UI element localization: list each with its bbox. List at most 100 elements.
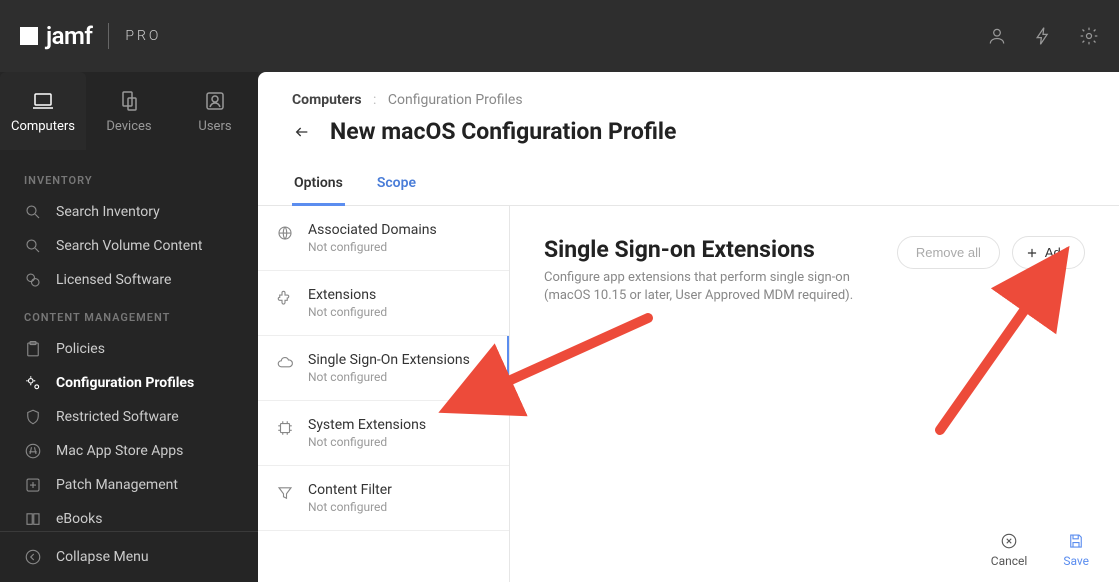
nav-tab-label: Devices — [106, 119, 151, 134]
page-title: New macOS Configuration Profile — [330, 118, 676, 145]
payload-sso-extensions[interactable]: Single Sign-On Extensions Not configured — [258, 336, 509, 401]
search-icon — [24, 237, 42, 255]
nav-patch-mgmt[interactable]: Patch Management — [0, 468, 258, 502]
devices-icon — [117, 89, 141, 113]
payload-label: Extensions — [308, 287, 387, 303]
payload-sub: Not configured — [308, 305, 387, 319]
payload-list[interactable]: Associated Domains Not configured Extensi… — [258, 206, 510, 582]
nav-item-label: Search Volume Content — [56, 238, 203, 254]
nav-tab-devices[interactable]: Devices — [86, 72, 172, 150]
laptop-icon — [31, 89, 55, 113]
nav-item-label: Restricted Software — [56, 409, 179, 425]
cancel-icon — [1000, 532, 1018, 550]
shield-icon — [24, 408, 42, 426]
bolt-icon[interactable] — [1033, 26, 1053, 46]
nav-item-label: Patch Management — [56, 477, 178, 493]
cancel-button[interactable]: Cancel — [991, 532, 1028, 568]
nav-item-label: Search Inventory — [56, 204, 160, 220]
payload-system-extensions[interactable]: System Extensions Not configured — [258, 401, 509, 466]
detail-panel: Single Sign-on Extensions Configure app … — [510, 206, 1119, 582]
tab-scope[interactable]: Scope — [375, 165, 418, 205]
title-row: New macOS Configuration Profile — [258, 108, 1119, 165]
top-icons — [987, 26, 1099, 46]
nav-restricted-software[interactable]: Restricted Software — [0, 400, 258, 434]
payload-label: System Extensions — [308, 417, 426, 433]
detail-actions: Remove all Add — [897, 236, 1085, 269]
remove-all-button[interactable]: Remove all — [897, 236, 1000, 269]
add-button[interactable]: Add — [1012, 236, 1085, 269]
gears-icon — [24, 374, 42, 392]
footer-actions: Cancel Save — [991, 532, 1089, 568]
collapse-icon — [24, 548, 42, 566]
detail-desc: Configure app extensions that perform si… — [544, 269, 877, 305]
main-panel: Computers : Configuration Profiles New m… — [258, 72, 1119, 582]
top-bar: jamf PRO — [0, 0, 1119, 72]
nav-item-label: eBooks — [56, 511, 102, 527]
save-button[interactable]: Save — [1063, 532, 1089, 568]
back-arrow-icon[interactable] — [292, 124, 312, 140]
detail-head: Single Sign-on Extensions Configure app … — [544, 236, 1085, 305]
payload-associated-domains[interactable]: Associated Domains Not configured — [258, 206, 509, 271]
nav-ebooks[interactable]: eBooks — [0, 502, 258, 531]
tab-options[interactable]: Options — [292, 165, 345, 205]
funnel-icon — [276, 484, 294, 502]
payload-label: Single Sign-On Extensions — [308, 352, 470, 368]
patch-icon — [24, 476, 42, 494]
section-content-mgmt: CONTENT MANAGEMENT — [0, 297, 258, 332]
breadcrumb-current[interactable]: Configuration Profiles — [388, 92, 523, 108]
logo-divider — [108, 23, 109, 49]
logo-text: jamf — [46, 22, 92, 50]
payload-sub: Not configured — [308, 240, 437, 254]
nav-mas-apps[interactable]: Mac App Store Apps — [0, 434, 258, 468]
left-sidebar: Computers Devices Users INVENTORY Search… — [0, 72, 258, 582]
plus-icon — [1025, 246, 1039, 260]
puzzle-icon — [276, 289, 294, 307]
nav-tabs: Computers Devices Users — [0, 72, 258, 150]
breadcrumb: Computers : Configuration Profiles — [258, 72, 1119, 108]
payload-content-filter[interactable]: Content Filter Not configured — [258, 466, 509, 531]
clipboard-icon — [24, 340, 42, 358]
detail-title: Single Sign-on Extensions — [544, 236, 877, 263]
nav-config-profiles[interactable]: Configuration Profiles — [0, 366, 258, 400]
nav-tab-label: Computers — [11, 119, 75, 134]
payload-sub: Not configured — [308, 500, 392, 514]
payload-label: Content Filter — [308, 482, 392, 498]
save-icon — [1067, 532, 1085, 550]
nav-item-label: Configuration Profiles — [56, 375, 194, 391]
nav-tab-users[interactable]: Users — [172, 72, 258, 150]
user-icon[interactable] — [987, 26, 1007, 46]
collapse-label: Collapse Menu — [56, 549, 149, 565]
nav-item-label: Licensed Software — [56, 272, 171, 288]
nav-policies[interactable]: Policies — [0, 332, 258, 366]
payload-label: Associated Domains — [308, 222, 437, 238]
license-icon — [24, 271, 42, 289]
nav-tab-label: Users — [198, 119, 231, 134]
nav-tab-computers[interactable]: Computers — [0, 72, 86, 150]
nav-body: INVENTORY Search Inventory Search Volume… — [0, 150, 258, 531]
nav-search-volume[interactable]: Search Volume Content — [0, 229, 258, 263]
search-icon — [24, 203, 42, 221]
payload-extensions[interactable]: Extensions Not configured — [258, 271, 509, 336]
add-label: Add — [1045, 245, 1068, 260]
logo-mark-icon — [20, 27, 38, 45]
nav-licensed-software[interactable]: Licensed Software — [0, 263, 258, 297]
breadcrumb-sep: : — [373, 92, 376, 108]
save-label: Save — [1063, 554, 1089, 568]
nav-item-label: Policies — [56, 341, 105, 357]
gear-icon[interactable] — [1079, 26, 1099, 46]
section-inventory: INVENTORY — [0, 160, 258, 195]
nav-search-inventory[interactable]: Search Inventory — [0, 195, 258, 229]
collapse-menu[interactable]: Collapse Menu — [0, 531, 258, 582]
users-icon — [203, 89, 227, 113]
payload-sub: Not configured — [308, 370, 470, 384]
chip-icon — [276, 419, 294, 437]
tabs-row: Options Scope — [258, 165, 1119, 206]
nav-item-label: Mac App Store Apps — [56, 443, 183, 459]
book-icon — [24, 510, 42, 528]
content-row: Associated Domains Not configured Extensi… — [258, 206, 1119, 582]
logo[interactable]: jamf PRO — [20, 22, 161, 50]
logo-edition: PRO — [125, 28, 161, 44]
payload-sub: Not configured — [308, 435, 426, 449]
globe-icon — [276, 224, 294, 242]
breadcrumb-root[interactable]: Computers — [292, 92, 362, 108]
